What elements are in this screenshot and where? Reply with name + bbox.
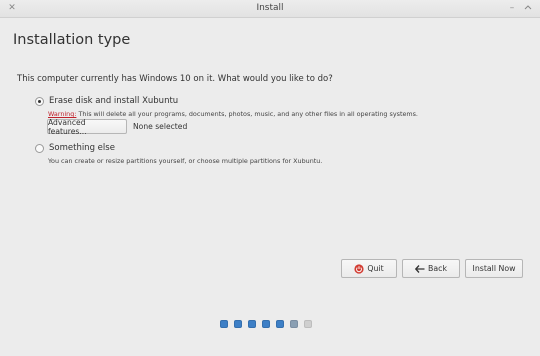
progress-step-3 bbox=[248, 320, 256, 328]
advanced-status: None selected bbox=[133, 122, 188, 131]
erase-disk-radio[interactable] bbox=[35, 96, 44, 106]
install-prompt: This computer currently has Windows 10 o… bbox=[17, 74, 333, 84]
installer-window: ✕ Install – Installation type This compu… bbox=[0, 0, 540, 356]
power-icon bbox=[354, 263, 364, 274]
window-title: Install bbox=[256, 3, 284, 13]
quit-button[interactable]: Quit bbox=[341, 259, 397, 278]
back-label: Back bbox=[428, 264, 447, 273]
install-now-button[interactable]: Install Now bbox=[465, 259, 523, 278]
maximize-icon[interactable] bbox=[522, 2, 534, 14]
something-else-description: You can create or resize partitions your… bbox=[48, 157, 323, 165]
progress-step-4 bbox=[262, 320, 270, 328]
progress-step-6 bbox=[290, 320, 298, 328]
something-else-label: Something else bbox=[49, 143, 115, 153]
page-title: Installation type bbox=[13, 32, 131, 48]
progress-steps bbox=[220, 320, 312, 328]
back-button[interactable]: Back bbox=[402, 259, 460, 278]
progress-step-5 bbox=[276, 320, 284, 328]
progress-step-1 bbox=[220, 320, 228, 328]
advanced-features-button[interactable]: Advanced features... bbox=[47, 118, 127, 136]
title-bar: ✕ Install – bbox=[0, 0, 540, 18]
progress-step-2 bbox=[234, 320, 242, 328]
progress-step-7 bbox=[304, 320, 312, 328]
warning-text: This will delete all your programs, docu… bbox=[76, 110, 418, 118]
erase-disk-label: Erase disk and install Xubuntu bbox=[49, 96, 179, 106]
something-else-option[interactable]: Something else bbox=[35, 143, 115, 153]
something-else-radio[interactable] bbox=[35, 143, 44, 153]
erase-disk-option[interactable]: Erase disk and install Xubuntu bbox=[35, 96, 178, 106]
quit-label: Quit bbox=[367, 264, 384, 273]
minimize-icon[interactable]: – bbox=[506, 2, 518, 14]
arrow-left-icon bbox=[415, 264, 425, 273]
